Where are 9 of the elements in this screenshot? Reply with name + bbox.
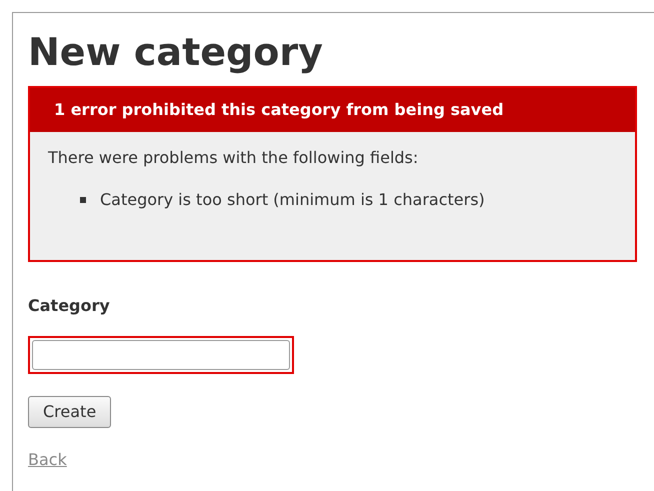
back-link[interactable]: Back	[28, 448, 67, 472]
bullet-icon	[80, 197, 86, 203]
error-title: 1 error prohibited this category from being saved	[30, 88, 635, 132]
error-intro: There were problems with the following fields:	[47, 147, 420, 169]
create-button[interactable]: Create	[28, 396, 112, 428]
field-label: Category	[28, 295, 110, 317]
category-field[interactable]	[28, 336, 294, 374]
error-message: Category is too short (minimum is 1 characters)	[100, 189, 485, 211]
page-title: New category	[28, 29, 323, 71]
